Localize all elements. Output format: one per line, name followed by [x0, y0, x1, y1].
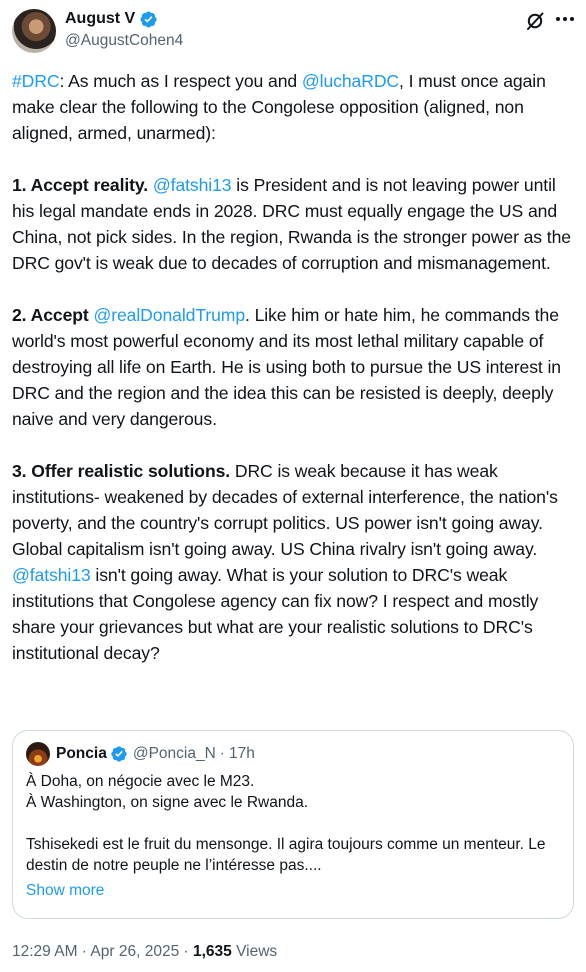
tweet-paragraph-4: 3. Offer realistic solutions. DRC is wea… [12, 458, 576, 666]
quoted-line: À Doha, on négocie avec le M23. [26, 773, 255, 790]
more-options-icon[interactable] [556, 17, 574, 23]
quoted-tweet-time: 17h [228, 745, 255, 762]
author-display-name-row[interactable]: August V [65, 9, 183, 29]
tweet-date[interactable]: Apr 26, 2025 [90, 943, 179, 960]
text-segment: : As much as I respect you and [59, 71, 302, 91]
quoted-line: À Washington, on signe avec le Rwanda. [26, 794, 309, 811]
quoted-tweet[interactable]: Poncia @Poncia_N · 17h À Doha, on négoci… [12, 730, 574, 919]
tweet: August V @AugustCohen4 #DRC: As much as … [0, 0, 586, 972]
quoted-tweet-text: À Doha, on négocie avec le M23. À Washin… [26, 771, 560, 876]
quoted-author-handle: @Poncia_N [132, 745, 216, 762]
text-segment: isn't going away. What is your solution … [12, 565, 539, 663]
tweet-paragraph-2: 1. Accept reality. @fatshi13 is Presiden… [12, 172, 576, 276]
quoted-author-name: Poncia [56, 745, 107, 762]
hashtag-link[interactable]: #DRC [12, 71, 60, 91]
separator-dot: · [179, 943, 193, 960]
point-heading: 2. Accept [12, 305, 94, 325]
tweet-header: August V @AugustCohen4 [12, 9, 574, 53]
separator-dot: · [77, 943, 91, 960]
point-heading: 1. Accept reality. [12, 175, 149, 195]
tweet-text: #DRC: As much as I respect you and @luch… [12, 68, 576, 666]
separator-dot: · [219, 745, 225, 762]
quoted-line: Tshisekedi est le fruit du mensonge. Il … [26, 836, 546, 874]
author-display-name[interactable]: August V [65, 9, 135, 29]
quoted-tweet-header: Poncia @Poncia_N · 17h [26, 742, 560, 766]
author-avatar[interactable] [12, 9, 56, 53]
point-heading: 3. Offer realistic solutions. [12, 461, 231, 481]
show-more-link[interactable]: Show more [26, 880, 560, 901]
mention-link[interactable]: @fatshi13 [12, 565, 91, 585]
verified-badge-icon [111, 746, 127, 762]
tweet-time[interactable]: 12:29 AM [12, 943, 78, 960]
views-count: 1,635 [192, 943, 232, 960]
author-handle[interactable]: @AugustCohen4 [65, 31, 183, 51]
grok-icon[interactable] [525, 11, 545, 31]
quoted-author-avatar [26, 742, 50, 766]
tweet-paragraph-3: 2. Accept @realDonaldTrump. Like him or … [12, 302, 576, 432]
mention-link[interactable]: @realDonaldTrump [93, 305, 245, 325]
verified-badge-icon[interactable] [139, 10, 158, 29]
author-names: August V @AugustCohen4 [65, 9, 183, 51]
mention-link[interactable]: @luchaRDC [302, 71, 399, 91]
views-label: Views [231, 943, 278, 960]
tweet-paragraph-1: #DRC: As much as I respect you and @luch… [12, 68, 576, 146]
mention-link[interactable]: @fatshi13 [153, 175, 232, 195]
tweet-meta: 12:29 AM · Apr 26, 2025 · 1,635 Views [12, 942, 277, 962]
